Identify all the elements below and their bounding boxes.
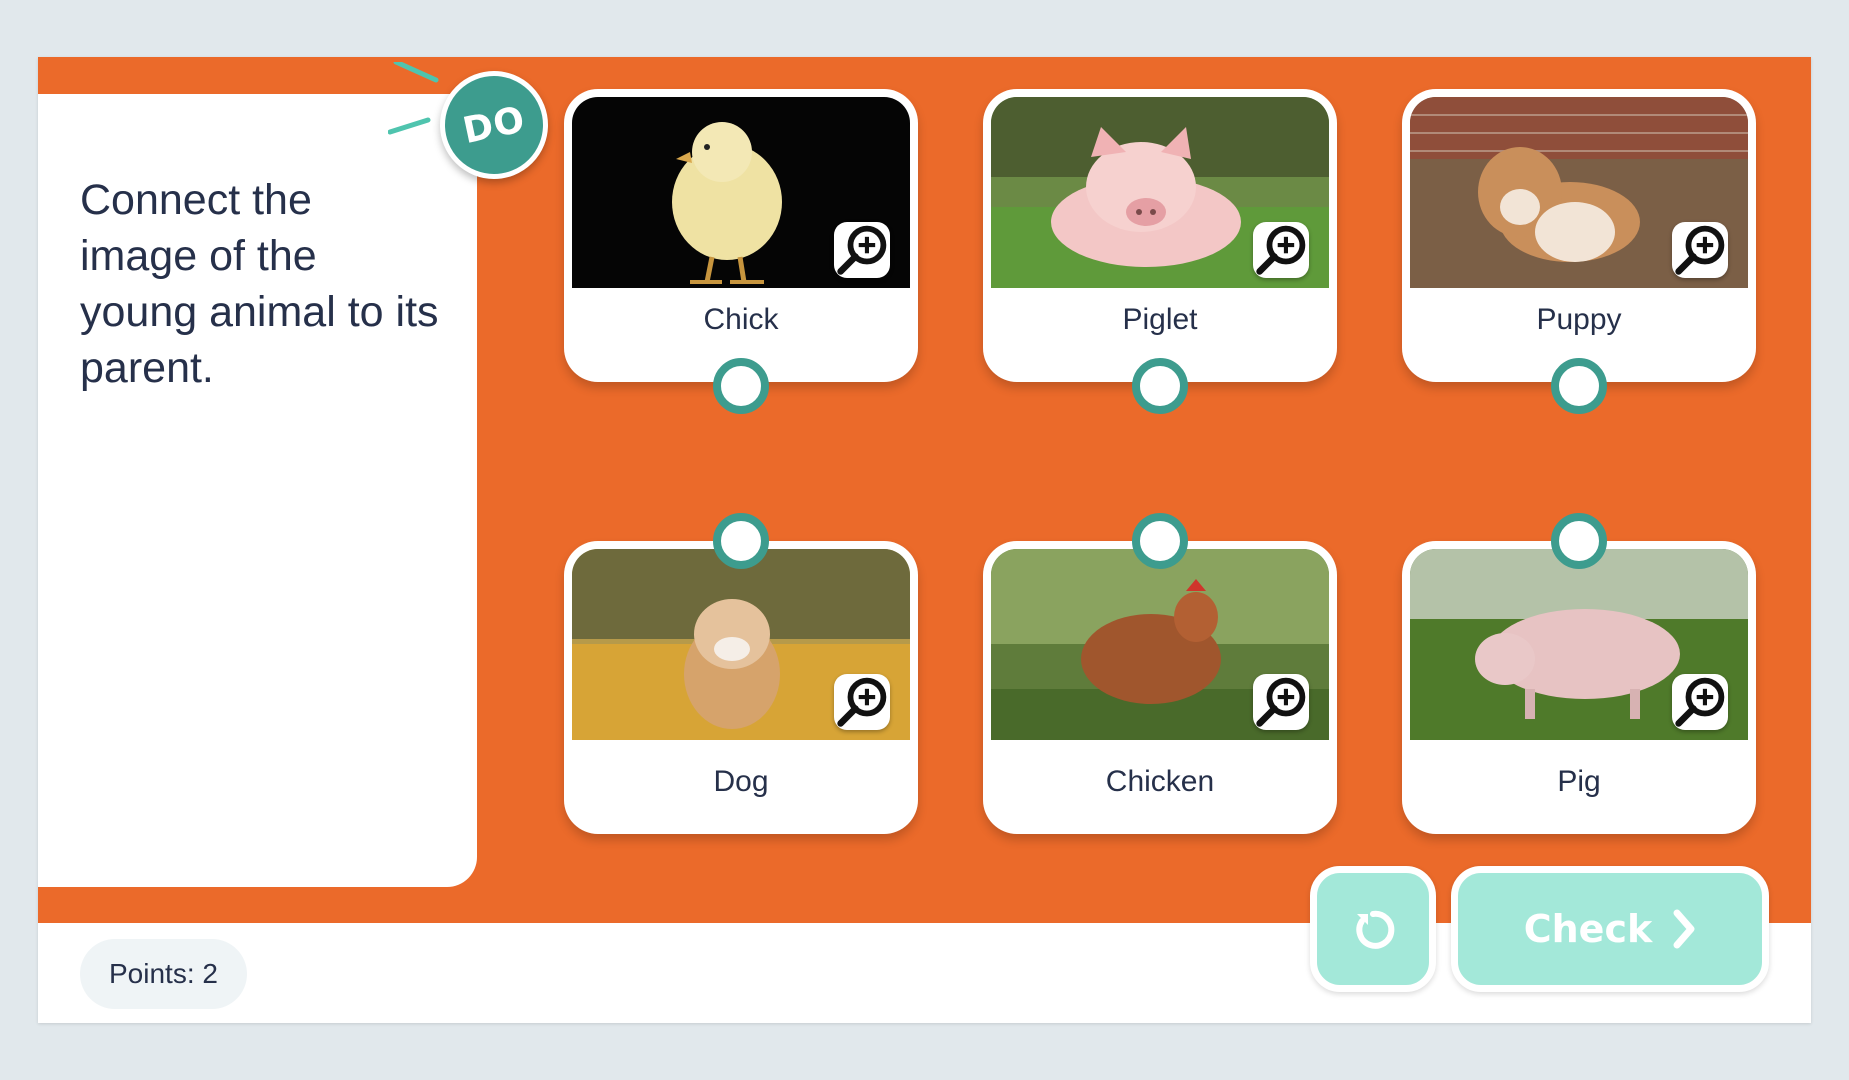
points-badge: Points: 2 [80,939,247,1009]
card-puppy[interactable]: Puppy [1402,89,1756,414]
connector-dot[interactable] [1132,513,1188,569]
zoom-in-icon [837,677,887,727]
card-pig[interactable]: Pig [1402,513,1756,834]
card-label: Puppy [1536,303,1622,336]
card-label: Chicken [1105,765,1215,798]
zoom-in-icon [1675,225,1725,275]
zoom-button[interactable] [834,222,890,278]
puppy-image [1410,97,1748,288]
check-button-label: Check [1523,907,1653,951]
connector-dot[interactable] [1551,513,1607,569]
card-chick[interactable]: Chick [564,89,918,414]
card-piglet[interactable]: Piglet [983,89,1337,414]
zoom-in-icon [1675,677,1725,727]
zoom-in-icon [837,225,887,275]
piglet-image [991,97,1329,288]
chick-image [572,97,910,288]
card-dog[interactable]: Dog [564,513,918,834]
connector-dot[interactable] [1551,358,1607,414]
connector-dot[interactable] [1132,358,1188,414]
pig-image [1410,549,1748,740]
points-text: Points: 2 [109,958,218,989]
do-badge: DO [440,71,548,179]
zoom-button[interactable] [834,674,890,730]
card-label: Pig [1557,765,1601,798]
do-badge-label: DO [459,98,529,152]
activity-window: Connect the image of the young animal to… [38,57,1811,1023]
card-label: Chick [703,303,779,336]
check-button[interactable]: Check [1451,866,1769,992]
chevron-right-icon [1673,909,1695,949]
reset-button[interactable] [1310,866,1436,992]
zoom-button[interactable] [1253,222,1309,278]
zoom-button[interactable] [1253,674,1309,730]
chicken-image [991,549,1329,740]
dog-image [572,549,910,740]
reset-icon [1356,910,1395,949]
instruction-panel: Connect the image of the young animal to… [38,94,477,887]
zoom-button[interactable] [1672,674,1728,730]
zoom-in-icon [1256,225,1306,275]
card-label: Dog [713,765,769,798]
instruction-text: Connect the image of the young animal to… [80,176,439,392]
card-chicken[interactable]: Chicken [983,513,1337,834]
zoom-in-icon [1256,677,1306,727]
connector-dot[interactable] [713,358,769,414]
card-label: Piglet [1122,303,1198,336]
zoom-button[interactable] [1672,222,1728,278]
connector-dot[interactable] [713,513,769,569]
